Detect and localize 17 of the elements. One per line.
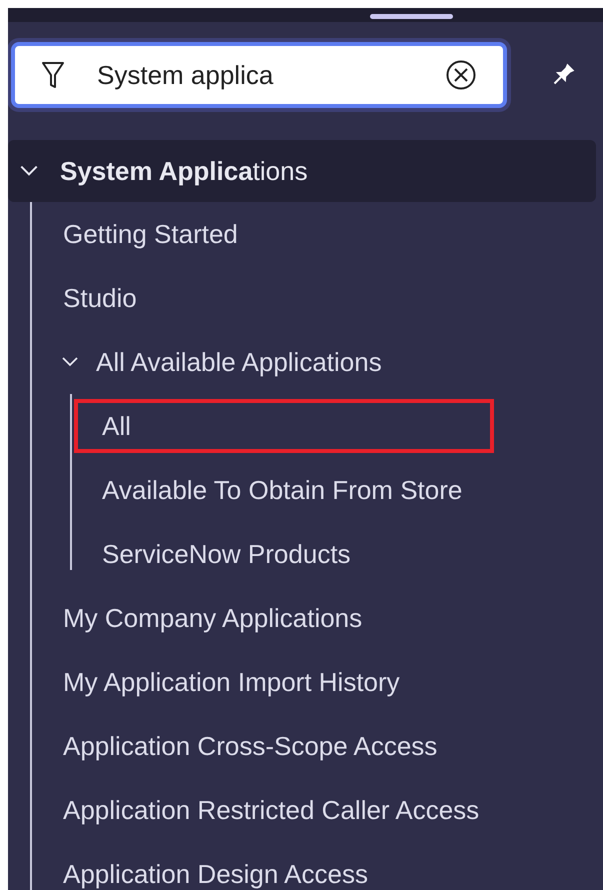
tree-item[interactable]: Application Restricted Caller Access	[63, 783, 480, 837]
search-input: System applica	[97, 56, 445, 94]
clear-icon[interactable]	[445, 59, 477, 91]
tree-item[interactable]: All	[74, 399, 494, 453]
section-header[interactable]: System Applications	[8, 140, 596, 202]
tree-item[interactable]: Getting Started	[63, 207, 238, 261]
tree-item[interactable]: Application Cross-Scope Access	[63, 719, 438, 773]
tree-item[interactable]: Application Design Access	[63, 847, 368, 890]
tree-item[interactable]: Available To Obtain From Store	[102, 463, 462, 517]
tree-item[interactable]: ServiceNow Products	[102, 527, 351, 581]
tree-item[interactable]: My Company Applications	[63, 591, 362, 645]
section-title: System Applications	[60, 154, 308, 188]
drag-handle[interactable]	[370, 14, 453, 19]
filter-icon	[41, 60, 65, 90]
tree-item[interactable]: My Application Import History	[63, 655, 400, 709]
tree-item[interactable]: All Available Applications	[96, 335, 382, 389]
tree-item[interactable]: Studio	[63, 271, 137, 325]
